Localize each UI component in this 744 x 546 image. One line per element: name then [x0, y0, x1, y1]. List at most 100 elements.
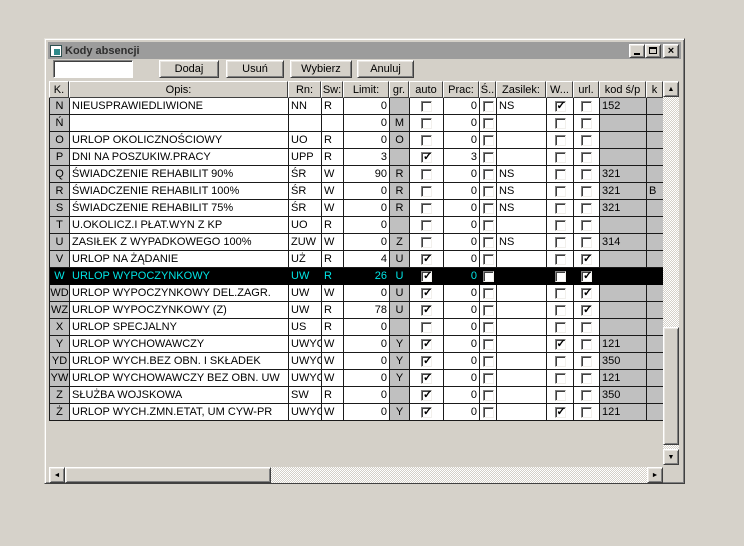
column-header-auto[interactable]: auto [409, 81, 443, 98]
table-row[interactable]: YWURLOP WYCHOWAWCZY BEZ OBN. UWUWYCW0Y01… [50, 370, 664, 387]
table-row[interactable]: XURLOP SPECJALNYUSR00 [50, 319, 664, 336]
column-header-limit[interactable]: Limit: [343, 81, 389, 98]
url-checkbox-unchecked[interactable] [581, 169, 592, 180]
cell-auto[interactable] [410, 251, 444, 268]
url-checkbox-unchecked[interactable] [581, 203, 592, 214]
auto-checkbox-unchecked[interactable] [421, 101, 432, 112]
hscroll-track[interactable] [271, 467, 647, 483]
table-row[interactable]: WURLOP WYPOCZYNKOWYUWR26U0 [50, 268, 664, 285]
cell-s[interactable] [480, 370, 497, 387]
auto-checkbox-unchecked[interactable] [421, 186, 432, 197]
url-checkbox-unchecked[interactable] [581, 373, 592, 384]
cell-s[interactable] [480, 234, 497, 251]
column-header-url[interactable]: url. [573, 81, 599, 98]
cell-s[interactable] [480, 217, 497, 234]
scroll-down-button[interactable]: ▼ [663, 449, 679, 465]
cell-url[interactable] [574, 115, 600, 132]
cell-w[interactable] [547, 98, 574, 115]
cell-w[interactable] [547, 370, 574, 387]
table-row[interactable]: SŚWIADCZENIE REHABILIT 75%ŚRW0R0NS321 [50, 200, 664, 217]
cell-w[interactable] [547, 200, 574, 217]
s-checkbox-unchecked[interactable] [483, 407, 494, 418]
auto-checkbox-checked[interactable] [421, 373, 432, 384]
s-checkbox-unchecked[interactable] [483, 288, 494, 299]
w-checkbox-unchecked[interactable] [555, 356, 566, 367]
url-checkbox-unchecked[interactable] [581, 152, 592, 163]
url-checkbox-unchecked[interactable] [581, 101, 592, 112]
cell-auto[interactable] [410, 353, 444, 370]
cell-w[interactable] [547, 268, 574, 285]
s-checkbox-unchecked[interactable] [483, 220, 494, 231]
scroll-up-button[interactable]: ▲ [663, 81, 679, 97]
s-checkbox-unchecked[interactable] [483, 339, 494, 350]
wybierz-button[interactable]: Wybierz [290, 60, 352, 78]
table-row[interactable]: QŚWIADCZENIE REHABILIT 90%ŚRW90R0NS321 [50, 166, 664, 183]
auto-checkbox-checked[interactable] [421, 254, 432, 265]
cell-auto[interactable] [410, 183, 444, 200]
column-header-w[interactable]: W... [546, 81, 573, 98]
cell-auto[interactable] [410, 217, 444, 234]
w-checkbox-unchecked[interactable] [555, 152, 566, 163]
auto-checkbox-checked[interactable] [421, 356, 432, 367]
cell-s[interactable] [480, 285, 497, 302]
cell-w[interactable] [547, 183, 574, 200]
table-row[interactable]: ZSŁUŻBA WOJSKOWASWR00350 [50, 387, 664, 404]
url-checkbox-unchecked[interactable] [581, 118, 592, 129]
cell-url[interactable] [574, 98, 600, 115]
w-checkbox-checked[interactable] [555, 407, 566, 418]
auto-checkbox-checked[interactable] [421, 152, 432, 163]
table-row[interactable]: YURLOP WYCHOWAWCZYUWYCW0Y0121 [50, 336, 664, 353]
w-checkbox-unchecked[interactable] [555, 186, 566, 197]
s-checkbox-unchecked[interactable] [483, 237, 494, 248]
cell-w[interactable] [547, 404, 574, 421]
table-row[interactable]: RŚWIADCZENIE REHABILIT 100%ŚRW0R0NS321B [50, 183, 664, 200]
cell-auto[interactable] [410, 387, 444, 404]
cell-s[interactable] [480, 251, 497, 268]
s-checkbox-unchecked[interactable] [483, 203, 494, 214]
cell-auto[interactable] [410, 200, 444, 217]
cell-w[interactable] [547, 132, 574, 149]
url-checkbox-unchecked[interactable] [581, 339, 592, 350]
cell-w[interactable] [547, 234, 574, 251]
cell-auto[interactable] [410, 285, 444, 302]
table-row[interactable]: YDURLOP WYCH.BEZ OBN. I SKŁADEKUWYCW0Y03… [50, 353, 664, 370]
s-checkbox-unchecked[interactable] [483, 254, 494, 265]
anuluj-button[interactable]: Anuluj [357, 60, 414, 78]
w-checkbox-checked[interactable] [555, 339, 566, 350]
auto-checkbox-unchecked[interactable] [421, 322, 432, 333]
table-row[interactable]: WZURLOP WYPOCZYNKOWY (Z)UWR78U0 [50, 302, 664, 319]
cell-url[interactable] [574, 234, 600, 251]
cell-w[interactable] [547, 319, 574, 336]
cell-auto[interactable] [410, 149, 444, 166]
url-checkbox-checked[interactable] [581, 305, 592, 316]
horizontal-scrollbar[interactable]: ◄ ► [49, 467, 663, 483]
cell-url[interactable] [574, 217, 600, 234]
auto-checkbox-checked[interactable] [421, 339, 432, 350]
s-checkbox-unchecked[interactable] [483, 305, 494, 316]
maximize-button[interactable] [645, 44, 661, 58]
vscroll-thumb[interactable] [663, 327, 679, 445]
w-checkbox-unchecked[interactable] [555, 169, 566, 180]
column-header-gr[interactable]: gr. [389, 81, 409, 98]
cell-url[interactable] [574, 370, 600, 387]
auto-checkbox-unchecked[interactable] [421, 118, 432, 129]
cell-url[interactable] [574, 302, 600, 319]
table-row[interactable]: WDURLOP WYPOCZYNKOWY DEL.ZAGR.UWW0U0 [50, 285, 664, 302]
cell-url[interactable] [574, 404, 600, 421]
dodaj-button[interactable]: Dodaj [159, 60, 219, 78]
w-checkbox-unchecked[interactable] [555, 237, 566, 248]
auto-checkbox-unchecked[interactable] [421, 220, 432, 231]
w-checkbox-unchecked[interactable] [555, 254, 566, 265]
cell-w[interactable] [547, 302, 574, 319]
table-row[interactable]: ŻURLOP WYCH.ZMN.ETAT, UM CYW-PRUWYCW0Y01… [50, 404, 664, 421]
w-checkbox-unchecked[interactable] [555, 220, 566, 231]
cell-s[interactable] [480, 200, 497, 217]
cell-s[interactable] [480, 336, 497, 353]
url-checkbox-unchecked[interactable] [581, 407, 592, 418]
w-checkbox-unchecked[interactable] [555, 135, 566, 146]
w-checkbox-unchecked[interactable] [555, 322, 566, 333]
cell-url[interactable] [574, 200, 600, 217]
auto-checkbox-checked[interactable] [421, 407, 432, 418]
column-header-prac[interactable]: Prac: [443, 81, 479, 98]
cell-auto[interactable] [410, 98, 444, 115]
